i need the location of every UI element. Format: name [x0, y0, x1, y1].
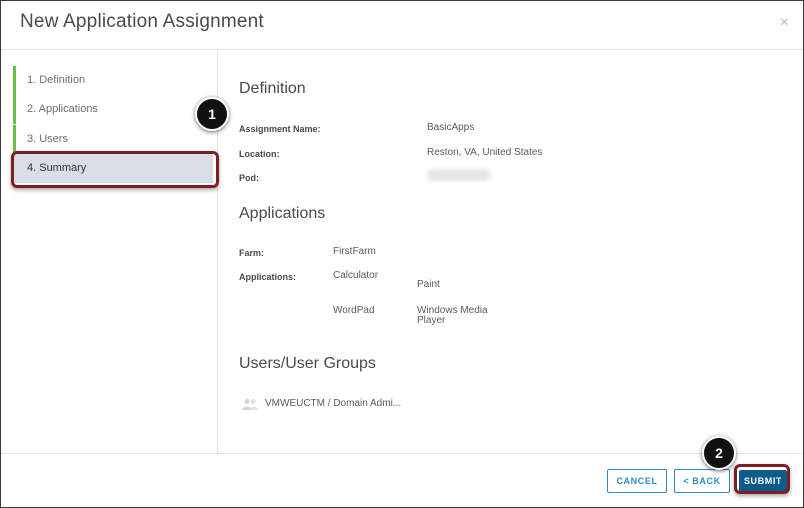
callout-badge-1: 1: [195, 97, 229, 131]
step-summary[interactable]: 4. Summary: [13, 154, 213, 183]
pod-label: Pod:: [239, 173, 259, 183]
dialog: New Application Assignment × 1. Definiti…: [0, 0, 804, 508]
location-value: Reston, VA, United States: [427, 147, 543, 158]
step-users[interactable]: 3. Users: [13, 125, 213, 154]
callout-badge-2: 2: [702, 436, 736, 470]
farm-value: FirstFarm: [333, 246, 376, 257]
assignment-name-value: BasicApps: [427, 122, 475, 133]
step-definition[interactable]: 1. Definition: [13, 66, 213, 95]
assignment-name-label: Assignment Name:: [239, 124, 321, 134]
applications-label: Applications:: [239, 272, 297, 282]
step-applications[interactable]: 2. Applications: [13, 95, 213, 124]
definition-heading: Definition: [239, 80, 306, 97]
users-heading: Users/User Groups: [239, 355, 376, 372]
application-item: Calculator: [333, 270, 379, 281]
application-item: WordPad: [333, 305, 375, 316]
wizard-steps: 1. Definition 2. Applications 3. Users 4…: [1, 50, 218, 453]
dialog-header: New Application Assignment ×: [1, 1, 803, 50]
farm-label: Farm:: [239, 248, 265, 258]
user-group-entry: VMWEUCTM / Domain Admi...: [265, 398, 402, 409]
back-button[interactable]: < BACK: [674, 469, 730, 493]
application-item-continued: Player: [417, 315, 446, 326]
user-group-icon: [242, 399, 258, 410]
applications-heading: Applications: [239, 205, 326, 222]
location-label: Location:: [239, 149, 280, 159]
dialog-title: New Application Assignment: [20, 11, 264, 32]
cancel-button[interactable]: CANCEL: [607, 469, 667, 493]
summary-panel: Definition Assignment Name: BasicApps Lo…: [218, 50, 803, 453]
dialog-footer: CANCEL < BACK SUBMIT: [1, 453, 803, 508]
application-item: Paint: [417, 279, 440, 290]
pod-value-redacted: [427, 169, 491, 181]
close-icon[interactable]: ×: [780, 14, 789, 32]
submit-button[interactable]: SUBMIT: [739, 470, 787, 492]
